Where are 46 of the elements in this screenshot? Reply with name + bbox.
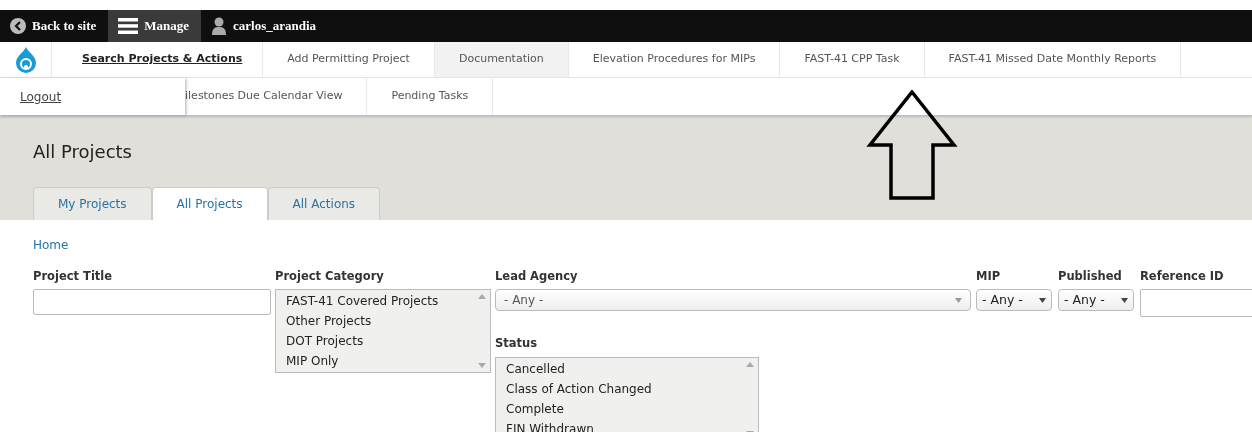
field-label: Lead Agency — [495, 268, 579, 285]
tab[interactable]: All Actions — [267, 187, 381, 220]
menu-item[interactable]: Documentation — [434, 42, 569, 77]
list-box[interactable]: Cancelled Class of Action Changed Complete FIN Withdrawn — [495, 356, 759, 432]
scroll-up-icon[interactable] — [478, 294, 486, 300]
field-label: Published — [1058, 268, 1123, 285]
back-link[interactable]: Back to site — [0, 10, 109, 42]
triangle-icon — [955, 297, 962, 303]
menu-icon — [118, 18, 139, 34]
list-option[interactable]: DOT Projects — [286, 331, 464, 352]
field-label: MIP — [976, 268, 1002, 285]
list-option[interactable]: MIP Only — [286, 351, 464, 372]
menu-item[interactable]: Elevation Procedures for MIPs — [568, 42, 781, 77]
menu-item[interactable]: FAST-41 Missed Date Monthly Reports — [924, 42, 1182, 77]
list-option[interactable]: Complete — [506, 398, 732, 419]
tab[interactable]: All Projects — [151, 187, 268, 220]
list-option[interactable]: FAST-41 Covered Projects — [286, 291, 464, 312]
scroll-up-icon[interactable] — [746, 361, 754, 367]
list-option[interactable]: Other Projects — [286, 311, 464, 332]
field-label: Status — [495, 335, 539, 353]
page-title: All Projects — [33, 141, 133, 163]
user-icon — [211, 17, 228, 35]
triangle-icon — [1039, 297, 1046, 303]
list-box[interactable]: FAST-41 Covered Projects Other Projects DOT Projects MIP Only — [275, 289, 491, 374]
menu-item[interactable]: FAST-41 CPP Task — [780, 42, 925, 77]
field-label: Project Title — [33, 268, 114, 285]
select-field[interactable]: - Any - — [976, 289, 1052, 312]
drop-logo-icon[interactable] — [15, 46, 36, 73]
list-option[interactable]: Class of Action Changed — [506, 378, 732, 399]
menu-item[interactable]: Add Permitting Project — [263, 42, 435, 77]
select-field[interactable]: - Any - — [1058, 289, 1134, 312]
field-label: Reference ID — [1140, 268, 1225, 285]
triangle-icon — [1121, 297, 1128, 303]
field-label: Project Category — [275, 268, 385, 285]
manage-link[interactable]: Manage — [108, 10, 202, 42]
list-option[interactable]: FIN Withdrawn — [506, 418, 732, 432]
select-field[interactable]: - Any - — [495, 289, 971, 312]
tab[interactable]: My Projects — [33, 187, 152, 220]
text-field[interactable] — [1140, 289, 1252, 318]
scroll-down-icon[interactable] — [478, 363, 486, 369]
user-link[interactable]: carlos_arandia — [201, 10, 329, 42]
back-icon — [10, 18, 26, 34]
breadcrumb-link[interactable]: Home — [33, 236, 69, 254]
text-field[interactable] — [33, 289, 271, 316]
menu-item[interactable]: Search Projects & Actions — [52, 42, 264, 77]
list-option[interactable]: Cancelled — [506, 358, 732, 379]
